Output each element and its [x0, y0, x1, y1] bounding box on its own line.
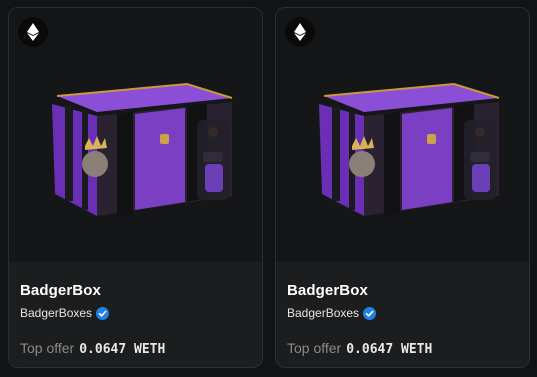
verified-badge-icon	[363, 306, 377, 320]
nft-card[interactable]: BadgerBox BadgerBoxes Top offer 0.0647 W…	[8, 7, 263, 368]
verified-badge-icon	[96, 306, 110, 320]
nft-info: BadgerBox BadgerBoxes Top offer 0.0647 W…	[276, 262, 529, 367]
nft-name[interactable]: BadgerBox	[287, 282, 368, 299]
ethereum-icon	[18, 17, 48, 47]
nft-media[interactable]	[276, 8, 529, 262]
badger-box-image	[319, 82, 500, 216]
nft-media[interactable]	[9, 8, 262, 262]
badger-box-image	[52, 82, 233, 216]
top-offer: Top offer 0.0647 WETH	[20, 340, 165, 357]
collection-name[interactable]: BadgerBoxes	[287, 306, 359, 320]
offer-label: Top offer	[20, 340, 75, 356]
nft-name[interactable]: BadgerBox	[20, 282, 101, 299]
collection-link[interactable]: BadgerBoxes	[20, 306, 110, 320]
nft-info: BadgerBox BadgerBoxes Top offer 0.0647 W…	[9, 262, 262, 367]
offer-label: Top offer	[287, 340, 342, 356]
offer-value: 0.0647 WETH	[346, 342, 433, 357]
top-offer: Top offer 0.0647 WETH	[287, 340, 432, 357]
offer-value: 0.0647 WETH	[79, 342, 166, 357]
ethereum-icon	[285, 17, 315, 47]
collection-link[interactable]: BadgerBoxes	[287, 306, 377, 320]
collection-name[interactable]: BadgerBoxes	[20, 306, 92, 320]
nft-card[interactable]: BadgerBox BadgerBoxes Top offer 0.0647 W…	[275, 7, 530, 368]
